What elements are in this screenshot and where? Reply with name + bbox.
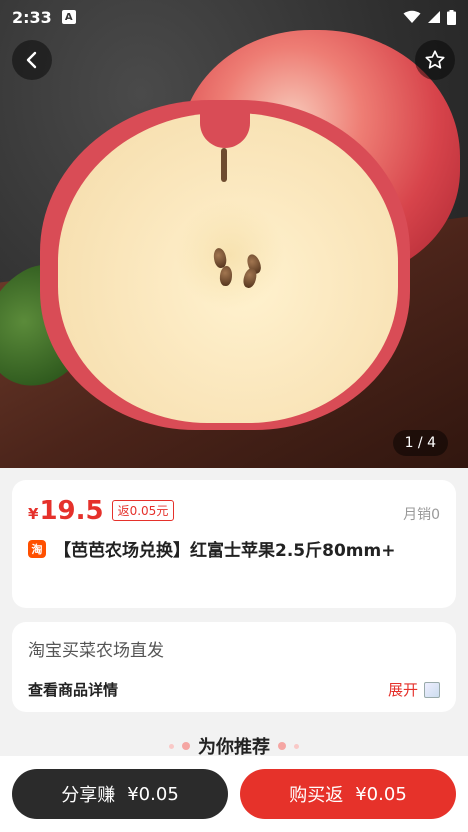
favorite-button[interactable] <box>415 40 455 80</box>
image-counter: 1 / 4 <box>392 430 448 456</box>
share-amount: ¥0.05 <box>127 783 179 805</box>
decor-dot <box>169 743 174 749</box>
image-placeholder-icon <box>424 681 440 698</box>
wifi-icon <box>403 10 421 23</box>
currency-symbol: ¥ <box>28 505 39 523</box>
share-earn-button[interactable]: 分享赚 ¥0.05 <box>12 769 228 819</box>
rebate-badge: 返0.05元 <box>111 500 175 521</box>
signal-icon <box>428 11 440 23</box>
detail-card: 淘宝买菜农场直发 查看商品详情 展开 <box>12 622 456 712</box>
buy-amount: ¥0.05 <box>355 783 407 805</box>
buy-label: 购买返 <box>289 785 344 806</box>
title-row: 淘 【芭芭农场兑换】红富士苹果2.5斤80mm+ <box>28 536 440 561</box>
status-time: 2:33 <box>12 7 52 27</box>
product-price: 19.5 <box>39 496 104 526</box>
share-label: 分享赚 <box>61 785 116 806</box>
decor-dot <box>294 743 299 749</box>
monthly-sales: 月销0 <box>403 507 440 523</box>
notification-badge: A <box>61 10 76 24</box>
shop-name: 淘宝买菜农场直发 <box>28 641 164 661</box>
decor-dot <box>278 742 286 750</box>
apple-stem <box>221 148 227 182</box>
view-details-label: 查看商品详情 <box>28 681 119 699</box>
status-icons <box>403 9 456 25</box>
product-title: 【芭芭农场兑换】红富士苹果2.5斤80mm+ <box>54 541 396 561</box>
decor-dot <box>182 742 190 750</box>
product-detail-row[interactable]: 查看商品详情 展开 <box>28 679 440 700</box>
status-bar: 2:33 A <box>0 0 468 34</box>
battery-icon <box>447 9 456 25</box>
expand-label: 展开 <box>387 681 418 699</box>
product-image-carousel[interactable]: 1 / 4 <box>0 0 468 468</box>
back-button[interactable] <box>12 40 52 80</box>
expand-button[interactable]: 展开 <box>388 679 440 700</box>
taobao-icon: 淘 <box>28 539 46 558</box>
buy-rebate-button[interactable]: 购买返 ¥0.05 <box>240 769 456 819</box>
bottom-action-bar: 分享赚 ¥0.05 购买返 ¥0.05 <box>0 756 468 832</box>
product-info-card: ¥ 19.5 返0.05元 月销0 淘 【芭芭农场兑换】红富士苹果2.5斤80m… <box>12 480 456 608</box>
price-row: ¥ 19.5 返0.05元 月销0 <box>28 496 440 526</box>
star-icon <box>425 50 445 69</box>
chevron-left-icon <box>26 51 37 69</box>
apple-core <box>175 200 285 310</box>
